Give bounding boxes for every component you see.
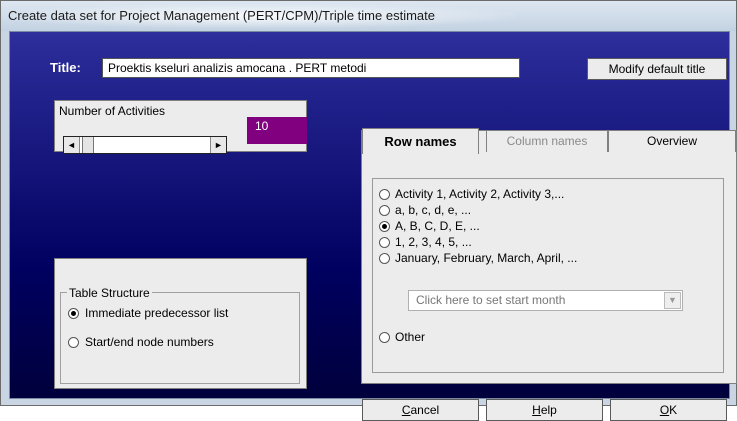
ok-mnemonic: O (659, 403, 670, 417)
window-title: Create data set for Project Management (… (8, 8, 435, 23)
tab-overview[interactable]: Overview (608, 130, 736, 152)
table-structure-title: Table Structure (67, 286, 152, 300)
activities-count-value: 10 (247, 117, 307, 144)
radio-uppercase-letters[interactable] (379, 221, 390, 232)
title-input[interactable]: Proektis kseluri analizis amocana . PERT… (102, 58, 520, 78)
dialog-window: Create data set for Project Management (… (0, 0, 737, 421)
tab-row-names[interactable]: Row names (362, 128, 479, 154)
start-month-placeholder: Click here to set start month (416, 293, 566, 307)
radio-immediate-predecessor[interactable] (68, 308, 79, 319)
radio-months[interactable] (379, 253, 390, 264)
months-label[interactable]: January, February, March, April, ... (395, 251, 577, 265)
numbers-label[interactable]: 1, 2, 3, 4, 5, ... (395, 235, 472, 249)
dialog-body: Title: Proektis kseluri analizis amocana… (9, 31, 737, 421)
radio-other[interactable] (379, 332, 390, 343)
start-end-node-label[interactable]: Start/end node numbers (85, 335, 214, 349)
chevron-down-icon[interactable]: ▼ (664, 292, 681, 309)
help-button[interactable]: Help (486, 399, 603, 421)
ok-label: K (669, 403, 678, 417)
uppercase-letters-label[interactable]: A, B, C, D, E, ... (395, 219, 480, 233)
title-bar[interactable]: Create data set for Project Management (… (1, 1, 736, 31)
scroll-thumb[interactable] (82, 137, 94, 153)
cancel-button[interactable]: Cancel (362, 399, 479, 421)
start-month-combo[interactable]: Click here to set start month ▼ (408, 290, 683, 311)
help-mnemonic: H (532, 403, 541, 417)
cancel-label: ancel (410, 403, 440, 417)
activity-names-label[interactable]: Activity 1, Activity 2, Activity 3,... (395, 187, 564, 201)
number-of-activities-label: Number of Activities (59, 104, 166, 118)
radio-start-end-node[interactable] (68, 337, 79, 348)
radio-lowercase-letters[interactable] (379, 205, 390, 216)
radio-numbers[interactable] (379, 237, 390, 248)
tab-column-names[interactable]: Column names (486, 130, 608, 152)
lowercase-letters-label[interactable]: a, b, c, d, e, ... (395, 203, 471, 217)
radio-activity-names[interactable] (379, 189, 390, 200)
other-label[interactable]: Other (395, 330, 425, 344)
scroll-right-arrow-icon[interactable]: ► (210, 137, 226, 153)
scroll-left-arrow-icon[interactable]: ◄ (64, 137, 80, 153)
immediate-predecessor-label[interactable]: Immediate predecessor list (85, 306, 228, 320)
activities-scrollbar[interactable]: ◄ ► (63, 136, 227, 154)
help-label: elp (540, 403, 557, 417)
title-label: Title: (50, 60, 81, 75)
modify-default-title-button[interactable]: Modify default title (587, 58, 727, 80)
ok-button[interactable]: OK (610, 399, 727, 421)
